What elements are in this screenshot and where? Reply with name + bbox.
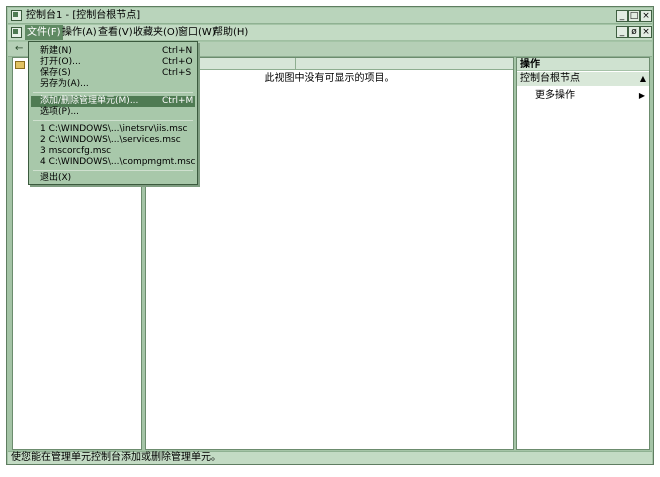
file-menu-exit[interactable]: 退出(X) (31, 173, 195, 184)
status-bar: 使您能在管理单元控制台添加或删除管理单元。 (8, 451, 652, 464)
menu-item-label: 选项(P)... (40, 107, 80, 117)
menu-item-label: 3 mscorcfg.msc (40, 146, 112, 156)
menu-file[interactable]: 文件(F) (25, 25, 63, 40)
column-separator[interactable] (295, 58, 296, 70)
menu-bar: 文件(F) 操作(A) 查看(V) 收藏夹(O) 窗口(W) 帮助(H) _ ø… (8, 25, 652, 41)
file-menu-recent-2[interactable]: 2 C:\WINDOWS\...\services.msc (31, 135, 195, 146)
child-minimize-button[interactable]: _ (616, 26, 628, 38)
submenu-arrow-icon: ▶ (638, 91, 645, 100)
file-menu-options[interactable]: 选项(P)... (31, 107, 195, 118)
menu-item-shortcut: Ctrl+N (162, 46, 193, 56)
menu-separator (33, 92, 193, 93)
child-close-button[interactable]: × (640, 26, 652, 38)
menu-favorites[interactable]: 收藏夹(O) (131, 25, 181, 40)
menu-item-label: 保存(S) (40, 68, 71, 78)
file-menu-new[interactable]: 新建(N) Ctrl+N (31, 46, 195, 57)
file-menu-save[interactable]: 保存(S) Ctrl+S (31, 68, 195, 79)
menu-item-label: 2 C:\WINDOWS\...\services.msc (40, 135, 181, 145)
menu-view[interactable]: 查看(V) (96, 25, 135, 40)
menu-item-shortcut: Ctrl+S (162, 68, 192, 78)
actions-header: 操作 (517, 58, 649, 71)
actions-section-console-root[interactable]: 控制台根节点 ▲ (517, 72, 649, 86)
title-bar[interactable]: 控制台1 - [控制台根节点] _ □ × (8, 8, 652, 24)
column-header[interactable] (146, 58, 513, 70)
menu-item-label: 另存为(A)... (40, 79, 89, 89)
more-actions-item[interactable]: 更多操作 ▶ (535, 89, 647, 103)
mmc-window: 控制台1 - [控制台根节点] _ □ × 文件(F) 操作(A) 查看(V) … (6, 6, 654, 465)
menu-separator (33, 170, 193, 171)
close-button[interactable]: × (640, 10, 652, 22)
collapse-up-icon[interactable]: ▲ (640, 72, 646, 86)
menu-separator (33, 120, 193, 121)
actions-section-title: 控制台根节点 (520, 73, 580, 84)
child-restore-button[interactable]: ø (628, 26, 640, 38)
file-menu-save-as[interactable]: 另存为(A)... (31, 79, 195, 90)
menu-item-label: 打开(O)... (40, 57, 81, 67)
more-actions-label: 更多操作 (535, 90, 575, 101)
console-root-folder-icon[interactable] (15, 61, 25, 69)
file-menu-recent-3[interactable]: 3 mscorcfg.msc (31, 146, 195, 157)
menu-item-label: 新建(N) (40, 46, 72, 56)
file-menu-add-remove-snapin[interactable]: 添加/删除管理单元(M)... Ctrl+M (31, 96, 195, 107)
menu-item-label: 1 C:\WINDOWS\...\inetsrv\iis.msc (40, 124, 188, 134)
file-menu-dropdown: 新建(N) Ctrl+N 打开(O)... Ctrl+O 保存(S) Ctrl+… (28, 41, 198, 185)
file-menu-recent-1[interactable]: 1 C:\WINDOWS\...\inetsrv\iis.msc (31, 124, 195, 135)
back-arrow-icon[interactable]: ← (15, 43, 27, 55)
menu-item-label: 添加/删除管理单元(M)... (40, 96, 139, 106)
minimize-button[interactable]: _ (616, 10, 628, 22)
empty-view-message: 此视图中没有可显示的项目。 (264, 73, 395, 84)
details-pane[interactable]: 此视图中没有可显示的项目。 (145, 57, 514, 450)
actions-pane: 操作 控制台根节点 ▲ 更多操作 ▶ (516, 57, 650, 450)
maximize-button[interactable]: □ (628, 10, 640, 22)
file-menu-open[interactable]: 打开(O)... Ctrl+O (31, 57, 195, 68)
console-app-icon (11, 10, 22, 21)
menu-item-shortcut: Ctrl+O (162, 57, 193, 67)
menu-item-label: 4 C:\WINDOWS\...\compmgmt.msc (40, 157, 196, 167)
menu-item-label: 退出(X) (40, 173, 72, 183)
menu-item-shortcut: Ctrl+M (162, 96, 194, 106)
window-title: 控制台1 - [控制台根节点] (26, 10, 141, 21)
menu-action[interactable]: 操作(A) (60, 25, 99, 40)
menu-help[interactable]: 帮助(H) (211, 25, 250, 40)
file-menu-recent-4[interactable]: 4 C:\WINDOWS\...\compmgmt.msc (31, 157, 195, 168)
child-window-icon[interactable] (11, 27, 22, 38)
